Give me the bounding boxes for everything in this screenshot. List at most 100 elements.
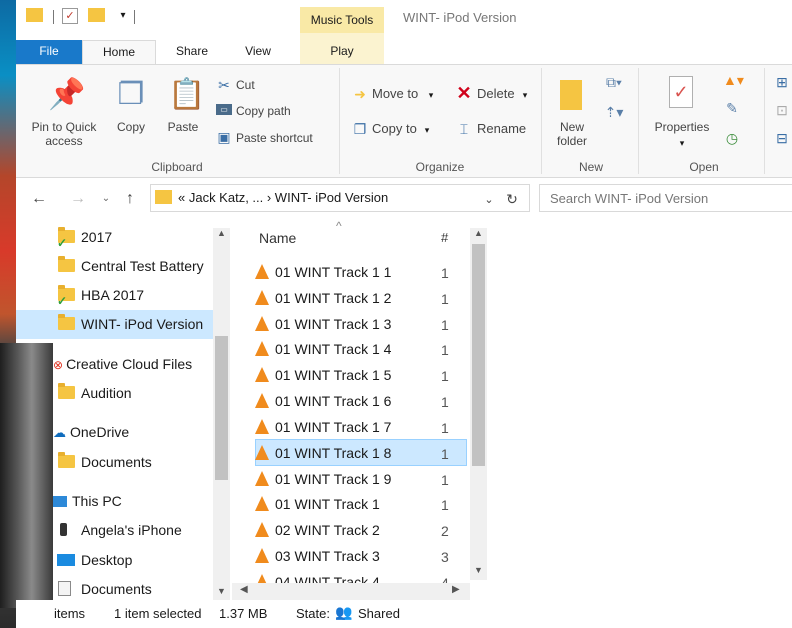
move-to-icon: ➜ [354, 86, 366, 102]
file-list-scrollbar-thumb[interactable] [472, 244, 485, 466]
address-path[interactable]: « Jack Katz, ... › WINT- iPod Version [178, 190, 388, 205]
paste-shortcut-button[interactable]: Paste shortcut [236, 131, 313, 145]
up-icon[interactable]: ↑ [122, 190, 138, 208]
nav-item-angelas-iphone[interactable]: Angela's iPhone [60, 516, 182, 544]
vlc-file-icon [255, 574, 269, 583]
shared-users-icon: 👥 [335, 604, 353, 620]
scroll-right-icon[interactable]: ▶ [452, 584, 464, 595]
file-row[interactable]: 01 WINT Track 1 1 [255, 259, 467, 285]
nav-item-hba-2017[interactable]: HBA 2017 [58, 281, 144, 309]
rename-icon: ⌶ [459, 121, 469, 137]
file-row-selected[interactable]: 01 WINT Track 1 8 [255, 440, 467, 466]
file-row[interactable]: 02 WINT Track 2 [255, 517, 467, 543]
onedrive-icon: ☁ [53, 425, 66, 440]
pin-icon: 📌 [48, 78, 86, 111]
cut-button[interactable]: Cut [236, 78, 255, 92]
nav-item-desktop[interactable]: Desktop [57, 546, 132, 574]
separator [339, 68, 340, 174]
separator [134, 10, 135, 24]
nav-item-creative-cloud-files[interactable]: ⊗ Creative Cloud Files [53, 350, 192, 378]
delete-button[interactable]: Delete [477, 87, 515, 101]
file-row[interactable]: 01 WINT Track 1 9 [255, 466, 467, 492]
copy-to-icon: ❐ [353, 121, 367, 137]
address-dropdown-icon[interactable]: ⌄ [483, 191, 495, 209]
chevron-down-icon[interactable]: ▾ [422, 122, 432, 138]
item-count: items [54, 606, 86, 621]
back-icon[interactable]: ← [30, 190, 48, 208]
nav-item-documents[interactable]: Documents [58, 575, 152, 603]
nav-item-audition[interactable]: Audition [58, 379, 132, 407]
vlc-file-icon [255, 471, 269, 486]
vlc-file-icon [255, 316, 269, 331]
file-row-partial[interactable]: 04 WINT Track 4 4 [255, 569, 467, 583]
nav-item-this-pc[interactable]: This PC [53, 487, 122, 515]
open-group-label: Open [689, 160, 719, 174]
file-row[interactable]: 01 WINT Track 1 2 [255, 285, 467, 311]
scroll-down-icon[interactable]: ▼ [215, 586, 228, 596]
scroll-up-icon[interactable]: ▲ [215, 228, 228, 238]
nav-item-onedrive[interactable]: ☁ OneDrive [53, 418, 129, 446]
copy-to-button[interactable]: Copy to [372, 122, 417, 136]
new-folder-button[interactable]: New folder [550, 120, 594, 148]
folder-icon [58, 383, 75, 399]
properties-button[interactable]: Properties [648, 120, 716, 134]
easy-access-icon[interactable]: ⇡▾ [604, 104, 624, 120]
file-row[interactable]: 01 WINT Track 1 6 [255, 388, 467, 414]
history-icon[interactable]: ◷ [723, 130, 741, 146]
phone-icon [60, 523, 67, 536]
file-row[interactable]: 01 WINT Track 1 4 [255, 336, 467, 362]
desktop-icon [57, 554, 75, 566]
select-all-icon[interactable]: ⊞ [773, 74, 791, 90]
copy-button[interactable]: Copy [110, 120, 152, 134]
properties-check-icon[interactable]: ✓ [62, 8, 78, 24]
file-row[interactable]: 03 WINT Track 3 [255, 543, 467, 569]
column-header-number[interactable]: # [441, 230, 448, 245]
copy-path-icon: ▭ [216, 104, 232, 115]
column-header-name[interactable]: Name [259, 230, 296, 246]
separator [638, 68, 639, 174]
chevron-down-icon[interactable]: ▾ [426, 87, 436, 103]
selection-count: 1 item selected [114, 606, 202, 621]
tab-play[interactable]: Play [300, 40, 384, 64]
paste-button[interactable]: Paste [162, 120, 204, 134]
tab-file[interactable]: File [16, 40, 82, 64]
tab-view[interactable]: View [224, 40, 292, 64]
chevron-down-icon[interactable]: ▾ [677, 135, 687, 151]
tab-home[interactable]: Home [82, 40, 156, 65]
nav-item-wint-ipod-version[interactable]: WINT- iPod Version [58, 310, 203, 338]
copy-icon: ❐ [117, 78, 145, 111]
copy-path-button[interactable]: Copy path [236, 104, 291, 118]
recent-locations-icon[interactable]: ⌄ [100, 190, 112, 208]
select-none-icon[interactable]: ⊡ [773, 102, 791, 118]
new-folder-icon[interactable] [88, 8, 105, 22]
chevron-down-icon[interactable]: ▾ [520, 87, 530, 103]
scroll-left-icon[interactable]: ◀ [240, 584, 252, 595]
new-item-icon[interactable]: ⧉▾ [604, 74, 624, 90]
scroll-down-icon[interactable]: ▼ [472, 565, 485, 575]
file-row[interactable]: 01 WINT Track 1 3 [255, 311, 467, 337]
track-number: 2 [441, 523, 449, 539]
tab-share[interactable]: Share [160, 40, 224, 64]
nav-item-onedrive-documents[interactable]: Documents [58, 448, 152, 476]
open-with-icon[interactable]: ▲▾ [723, 72, 744, 88]
refresh-icon[interactable]: ↻ [505, 190, 519, 208]
file-row[interactable]: 01 WINT Track 1 [255, 491, 467, 517]
move-to-button[interactable]: Move to [372, 87, 418, 101]
search-placeholder: Search WINT- iPod Version [550, 191, 709, 206]
horizontal-scrollbar[interactable] [232, 583, 470, 600]
rename-button[interactable]: Rename [477, 122, 526, 136]
pin-to-quick-access-button[interactable]: Pin to Quick access [22, 120, 106, 148]
invert-selection-icon[interactable]: ⊟ [773, 130, 791, 146]
forward-icon[interactable]: → [70, 190, 86, 208]
nav-item-central-test-battery[interactable]: Central Test Battery [58, 252, 204, 280]
sort-ascending-icon: ^ [336, 219, 342, 233]
edit-icon[interactable]: ✎ [723, 100, 741, 116]
file-row[interactable]: 01 WINT Track 1 7 [255, 414, 467, 440]
scroll-up-icon[interactable]: ▲ [472, 228, 485, 238]
file-row[interactable]: 01 WINT Track 1 5 [255, 362, 467, 388]
nav-scrollbar-thumb[interactable] [215, 336, 228, 480]
separator [541, 68, 542, 174]
chevron-down-icon[interactable]: ▾ [115, 8, 131, 24]
folder-icon [58, 314, 75, 330]
paste-icon: 📋 [168, 78, 206, 111]
